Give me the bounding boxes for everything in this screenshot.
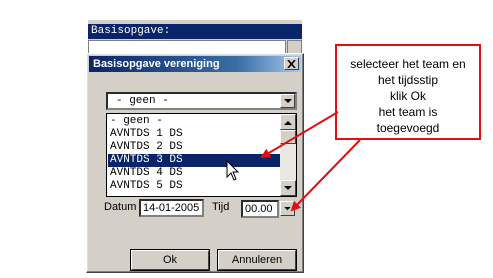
arrow-to-time [290, 139, 361, 212]
callout-arrows [260, 111, 361, 212]
mouse-pointer-icon [226, 160, 240, 181]
arrow-to-list [260, 111, 339, 159]
